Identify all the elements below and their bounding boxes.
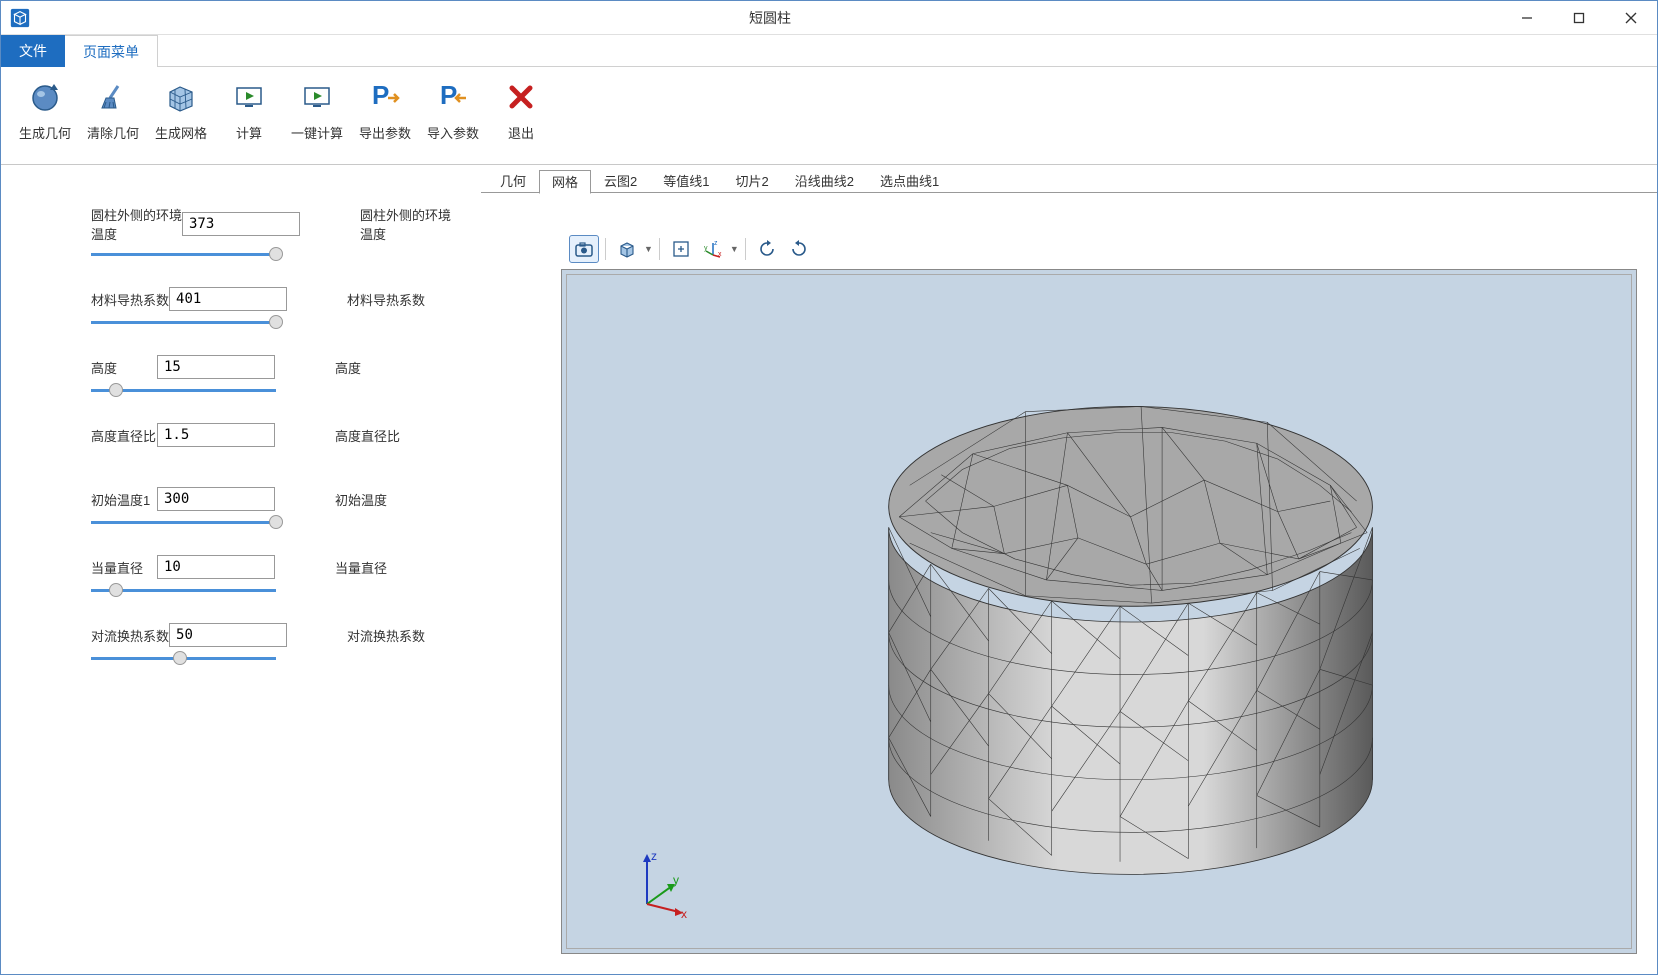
- minimize-button[interactable]: [1501, 1, 1553, 35]
- content-area: 圆柱外侧的环境温度 圆柱外侧的环境温度 材料导热系数 材料导热系数 高度 高度 …: [1, 165, 1657, 974]
- axes-icon: zy x: [698, 235, 728, 263]
- param-label: 对流换热系数: [91, 626, 169, 645]
- param-label: 材料导热系数: [91, 290, 169, 309]
- param-input-0[interactable]: [182, 212, 300, 236]
- param-slider[interactable]: [91, 317, 451, 329]
- ribbon-generate-geometry[interactable]: 生成几何: [11, 73, 79, 164]
- param-slider[interactable]: [91, 653, 451, 665]
- parameter-panel: 圆柱外侧的环境温度 圆柱外侧的环境温度 材料导热系数 材料导热系数 高度 高度 …: [1, 165, 481, 974]
- zoom-extents-icon[interactable]: [666, 235, 696, 263]
- broom-icon: [93, 75, 133, 119]
- param-input-4[interactable]: [157, 487, 275, 511]
- ribbon-one-click-compute[interactable]: 一键计算: [283, 73, 351, 164]
- ribbon-label: 生成网格: [155, 123, 207, 142]
- view-cube-dropdown[interactable]: ▼: [612, 235, 653, 263]
- viewport-inner: z y x: [566, 274, 1632, 949]
- cube-icon: [612, 235, 642, 263]
- p-import-icon: P: [433, 75, 473, 119]
- view-tab-3[interactable]: 等值线1: [650, 169, 722, 193]
- view-tab-6[interactable]: 选点曲线1: [867, 169, 952, 193]
- param-desc: 圆柱外侧的环境温度: [360, 205, 451, 243]
- view-toolbar: ▼ zy x ▼: [561, 233, 1657, 265]
- ribbon-compute[interactable]: 计算: [215, 73, 283, 164]
- ribbon-generate-mesh[interactable]: 生成网格: [147, 73, 215, 164]
- titlebar: 短圆柱: [1, 1, 1657, 35]
- svg-text:x: x: [718, 251, 722, 258]
- svg-text:y: y: [704, 245, 708, 252]
- view-tab-0[interactable]: 几何: [487, 169, 539, 193]
- param-desc: 高度: [335, 358, 361, 377]
- param-input-3[interactable]: [157, 423, 275, 447]
- view-tab-5[interactable]: 沿线曲线2: [782, 169, 867, 193]
- param-label: 当量直径: [91, 558, 157, 577]
- view-tab-1[interactable]: 网格: [539, 170, 591, 194]
- param-desc: 材料导热系数: [347, 290, 425, 309]
- param-label: 初始温度1: [91, 490, 157, 509]
- param-slider[interactable]: [91, 517, 451, 529]
- ribbon-label: 生成几何: [19, 123, 71, 142]
- ribbon-export-params[interactable]: P 导出参数: [351, 73, 419, 164]
- param-input-1[interactable]: [169, 287, 287, 311]
- svg-text:P: P: [372, 80, 389, 110]
- play-screen-icon: [229, 75, 269, 119]
- window-title: 短圆柱: [39, 8, 1501, 28]
- maximize-button[interactable]: [1553, 1, 1605, 35]
- toolbar-separator: [605, 238, 606, 260]
- cylinder-mesh-render: [567, 275, 1631, 948]
- menu-page[interactable]: 页面菜单: [65, 35, 158, 67]
- svg-text:z: z: [651, 849, 657, 863]
- menubar: 文件 页面菜单: [1, 35, 1657, 67]
- toolbar-separator: [745, 238, 746, 260]
- close-button[interactable]: [1605, 1, 1657, 35]
- param-desc: 当量直径: [335, 558, 387, 577]
- view-tab-2[interactable]: 云图2: [591, 169, 650, 193]
- camera-icon[interactable]: [569, 235, 599, 263]
- chevron-down-icon: ▼: [730, 244, 739, 254]
- window-controls: [1501, 1, 1657, 35]
- svg-text:P: P: [440, 80, 457, 110]
- param-input-5[interactable]: [157, 555, 275, 579]
- sphere-plus-icon: [25, 75, 65, 119]
- ribbon-label: 清除几何: [87, 123, 139, 142]
- param-label: 高度直径比: [91, 426, 157, 445]
- svg-text:y: y: [673, 873, 679, 887]
- chevron-down-icon: ▼: [644, 244, 653, 254]
- mesh-cube-icon: [161, 75, 201, 119]
- visualization-panel: 几何网格云图2等值线1切片2沿线曲线2选点曲线1 ▼ zyx ▼: [481, 165, 1657, 974]
- exit-x-icon: [501, 75, 541, 119]
- axis-triad: z y x: [627, 848, 687, 908]
- param-label: 高度: [91, 358, 157, 377]
- svg-text:z: z: [714, 240, 718, 247]
- param-input-2[interactable]: [157, 355, 275, 379]
- param-input-6[interactable]: [169, 623, 287, 647]
- param-slider[interactable]: [91, 249, 451, 261]
- ribbon-import-params[interactable]: P 导入参数: [419, 73, 487, 164]
- viewport-3d[interactable]: z y x: [561, 269, 1637, 954]
- param-slider[interactable]: [91, 385, 451, 397]
- param-desc: 对流换热系数: [347, 626, 425, 645]
- param-desc: 初始温度: [335, 490, 387, 509]
- ribbon-label: 导入参数: [427, 123, 479, 142]
- ribbon-exit[interactable]: 退出: [487, 73, 555, 164]
- param-label: 圆柱外侧的环境温度: [91, 205, 182, 243]
- view-tabs: 几何网格云图2等值线1切片2沿线曲线2选点曲线1: [481, 169, 1657, 193]
- ribbon-label: 退出: [508, 123, 534, 142]
- ribbon: 生成几何 清除几何 生成网格 计算 一键计算 P 导出参数 P 导入参数 退出: [1, 67, 1657, 165]
- rotate-ccw-icon[interactable]: [752, 235, 782, 263]
- view-tab-4[interactable]: 切片2: [723, 169, 782, 193]
- ribbon-label: 导出参数: [359, 123, 411, 142]
- menu-file[interactable]: 文件: [1, 35, 65, 67]
- param-slider[interactable]: [91, 585, 451, 597]
- axis-view-dropdown[interactable]: zy x ▼: [698, 235, 739, 263]
- param-desc: 高度直径比: [335, 426, 400, 445]
- svg-text:x: x: [681, 907, 687, 918]
- toolbar-separator: [659, 238, 660, 260]
- rotate-cw-icon[interactable]: [784, 235, 814, 263]
- play-screen-icon: [297, 75, 337, 119]
- ribbon-clear-geometry[interactable]: 清除几何: [79, 73, 147, 164]
- app-icon: [9, 7, 31, 29]
- ribbon-label: 一键计算: [291, 123, 343, 142]
- p-export-icon: P: [365, 75, 405, 119]
- ribbon-label: 计算: [236, 123, 262, 142]
